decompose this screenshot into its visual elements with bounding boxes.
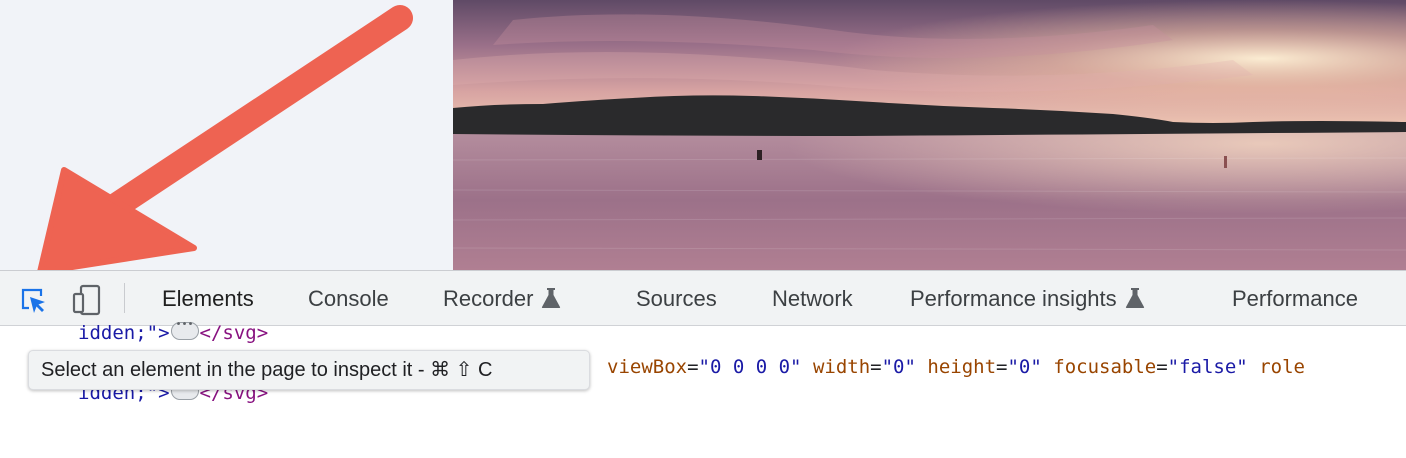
inspect-tooltip: Select an element in the page to inspect…	[28, 350, 590, 390]
code-tag: </svg>	[199, 322, 269, 344]
tab-console[interactable]: Console	[308, 285, 389, 313]
tab-label: Elements	[162, 286, 254, 311]
device-toolbar-icon	[72, 284, 101, 316]
tab-recorder[interactable]: Recorder	[443, 285, 561, 313]
code-value: "0 0 0 0"	[698, 356, 802, 378]
dom-line[interactable]: idden;"> </svg>	[78, 319, 269, 344]
tab-network[interactable]: Network	[772, 285, 853, 313]
tab-label: Performance insights	[910, 286, 1117, 311]
lake-sunset-photo	[453, 0, 1406, 270]
code-attr: width	[812, 356, 871, 378]
tab-elements[interactable]: Elements	[162, 285, 254, 313]
code-value: "false"	[1167, 356, 1248, 378]
inspect-element-icon	[21, 288, 45, 313]
code-attr: role	[1259, 356, 1305, 378]
code-value: "0"	[881, 356, 916, 378]
expand-ellipsis-button[interactable]	[170, 319, 199, 340]
dom-line[interactable]: viewBox="0 0 0 0" width="0" height="0" f…	[607, 356, 1305, 378]
tab-performance-insights[interactable]: Performance insights	[910, 285, 1145, 313]
tab-label: Sources	[636, 286, 717, 311]
code-attr: viewBox	[607, 356, 688, 378]
tab-label: Recorder	[443, 286, 534, 311]
inspect-element-button[interactable]	[18, 285, 48, 315]
device-toolbar-button[interactable]	[72, 284, 102, 316]
tab-sources[interactable]: Sources	[636, 285, 717, 313]
flask-icon	[541, 287, 561, 316]
tab-label: Network	[772, 286, 853, 311]
tab-performance[interactable]: Performance	[1232, 285, 1358, 313]
tab-label: Console	[308, 286, 389, 311]
page-background	[0, 0, 453, 270]
code-attr: focusable	[1053, 356, 1157, 378]
code-text: idden;">	[78, 322, 170, 344]
toolbar-separator	[124, 283, 125, 313]
tab-label: Performance	[1232, 286, 1358, 311]
devtools-toolbar: Elements Console Recorder Sources Networ…	[0, 270, 1406, 326]
code-value: "0"	[1007, 356, 1042, 378]
tooltip-text: Select an element in the page to inspect…	[41, 359, 493, 381]
code-attr: height	[927, 356, 997, 378]
flask-icon	[1125, 287, 1145, 316]
